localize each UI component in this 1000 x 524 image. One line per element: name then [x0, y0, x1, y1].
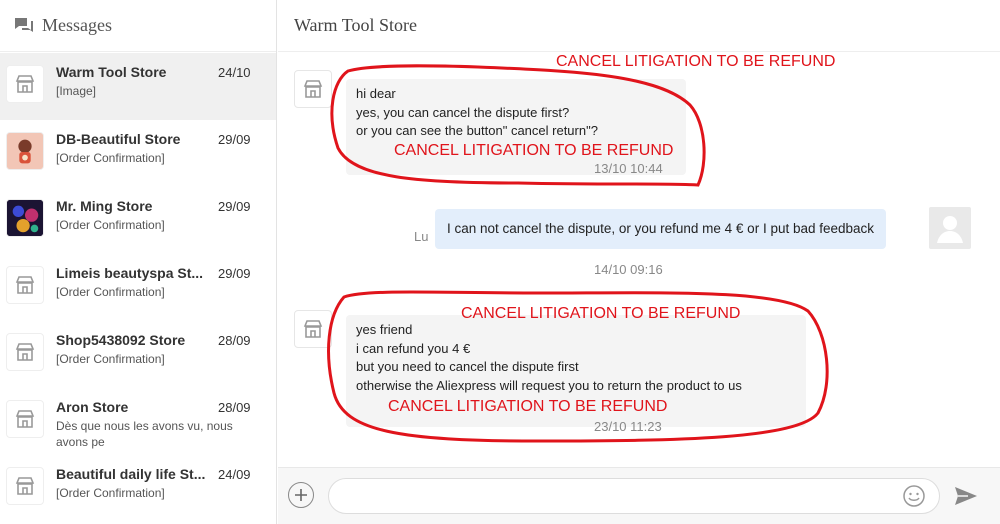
conversation-item[interactable]: DB-Beautiful Store 29/09 [Order Confirma… — [0, 120, 276, 187]
chat-title: Warm Tool Store — [294, 15, 417, 35]
store-icon — [6, 65, 44, 103]
conversation-item[interactable]: Shop5438092 Store 28/09 [Order Confirmat… — [0, 321, 276, 388]
conversation-item[interactable]: Aron Store 28/09 Dès que nous les avons … — [0, 388, 276, 455]
conversation-name: Warm Tool Store — [56, 64, 167, 80]
chat-header: Warm Tool Store — [278, 0, 1000, 52]
sidebar-header: Messages — [0, 0, 276, 52]
store-icon — [6, 333, 44, 371]
message-timestamp: 13/10 10:44 — [594, 161, 663, 176]
plus-icon[interactable] — [288, 482, 314, 508]
message-line: i can refund you 4 € — [356, 340, 471, 356]
conversation-name: Shop5438092 Store — [56, 332, 186, 348]
user-silhouette-icon — [929, 207, 971, 249]
conversation-date: 28/09 — [218, 400, 251, 415]
conversation-item[interactable]: Mr. Ming Store 29/09 [Order Confirmation… — [0, 187, 276, 254]
conversation-name: Mr. Ming Store — [56, 198, 153, 214]
store-icon — [294, 70, 332, 108]
conversation-item[interactable]: Limeis beautyspa St... 29/09 [Order Conf… — [0, 254, 276, 321]
conversation-date: 29/09 — [218, 199, 251, 214]
conversation-date: 29/09 — [218, 266, 251, 281]
annotation-text: CANCEL LITIGATION TO BE REFUND — [556, 53, 836, 70]
annotation-text: CANCEL LITIGATION TO BE REFUND — [388, 398, 668, 415]
annotation-text: CANCEL LITIGATION TO BE REFUND — [394, 142, 674, 159]
conversation-name: Aron Store — [56, 399, 129, 415]
conversation-date: 28/09 — [218, 333, 251, 348]
conversation-sidebar: Messages Warm Tool Store 24/10 [Image] D… — [0, 0, 277, 524]
message-line: yes, you can cancel the dispute first? — [356, 104, 570, 120]
message-line: or you can see the button" cancel return… — [356, 123, 598, 138]
message-line: otherwise the Aliexpress will request yo… — [356, 377, 742, 393]
conversation-preview: [Order Confirmation] — [56, 486, 165, 500]
conversation-name: Beautiful daily life St... — [56, 466, 206, 482]
conversation-date: 29/09 — [218, 132, 251, 147]
store-icon — [294, 310, 332, 348]
conversation-preview: [Order Confirmation] — [56, 352, 165, 366]
conversation-date: 24/09 — [218, 467, 251, 482]
chat-bubbles-icon — [14, 17, 34, 35]
message-line: hi dear — [356, 86, 396, 101]
conversation-preview: [Order Confirmation] — [56, 218, 165, 232]
message-timestamp: 23/10 11:23 — [594, 419, 662, 434]
sender-name: Lu — [414, 229, 429, 244]
message-input[interactable] — [328, 478, 940, 514]
message-list[interactable]: hi dear yes, you can cancel the dispute … — [278, 53, 1000, 467]
conversation-preview: [Order Confirmation] — [56, 285, 165, 299]
store-logo-image — [6, 199, 44, 237]
time-separator: 14/10 09:16 — [594, 262, 663, 277]
store-icon — [6, 467, 44, 505]
store-icon — [6, 266, 44, 304]
conversation-preview: [Image] — [56, 84, 97, 98]
conversation-item[interactable]: Beautiful daily life St... 24/09 [Order … — [0, 455, 276, 522]
message-line: yes friend — [356, 322, 413, 337]
annotation-text: CANCEL LITIGATION TO BE REFUND — [461, 305, 741, 322]
conversation-preview: Dès que nous les avons vu, nous avons pe — [56, 419, 233, 449]
outgoing-message: I can not cancel the dispute, or you ref… — [435, 209, 887, 249]
store-logo-image — [6, 132, 44, 170]
smiley-icon[interactable] — [902, 484, 926, 508]
conversation-name: Limeis beautyspa St... — [56, 265, 204, 281]
conversation-name: DB-Beautiful Store — [56, 131, 181, 147]
message-composer — [278, 467, 1000, 524]
conversation-item[interactable]: Warm Tool Store 24/10 [Image] — [0, 53, 276, 120]
message-line: but you need to cancel the dispute first — [356, 359, 579, 374]
conversation-preview: [Order Confirmation] — [56, 151, 165, 165]
chat-panel: Warm Tool Store hi dear yes, you can can… — [278, 0, 1000, 524]
store-icon — [6, 400, 44, 438]
conversation-date: 24/10 — [218, 65, 251, 80]
sidebar-title: Messages — [42, 15, 112, 35]
send-arrow-icon[interactable] — [954, 485, 978, 507]
